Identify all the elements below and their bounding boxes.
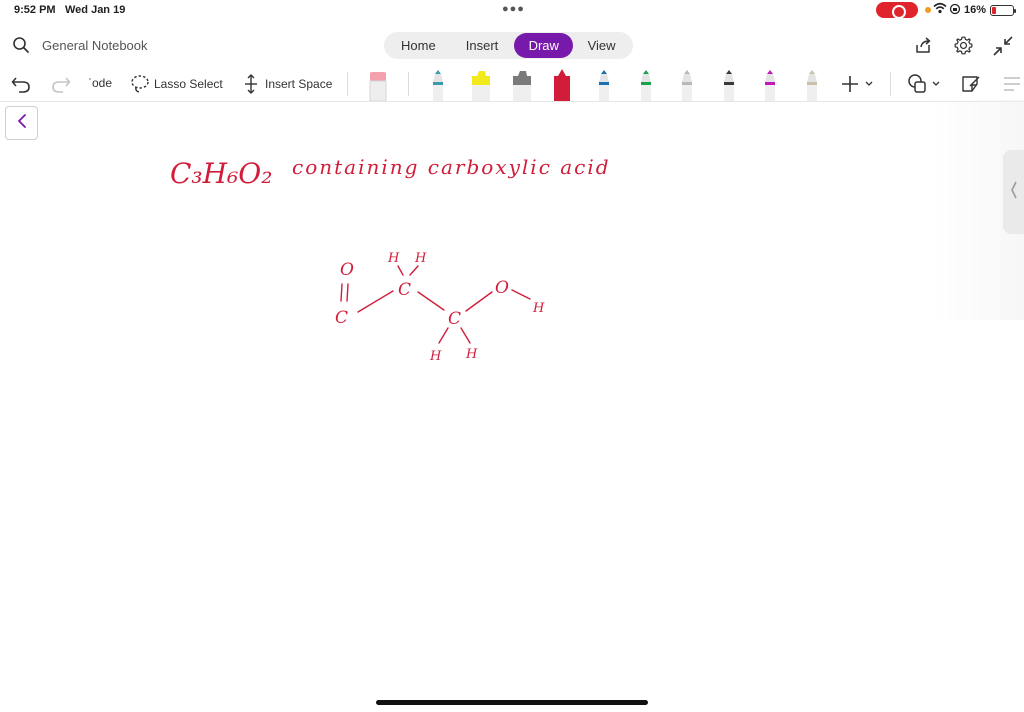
ink-to-text-icon[interactable] (1002, 73, 1022, 95)
toolbar-divider (408, 72, 409, 96)
toolbar-divider (347, 72, 348, 96)
home-indicator[interactable] (376, 700, 648, 705)
gear-icon[interactable] (953, 35, 974, 56)
eraser-tool[interactable] (367, 68, 389, 102)
pen-blue[interactable] (593, 68, 615, 102)
add-pen-button[interactable] (838, 72, 878, 96)
ink-to-shape-icon[interactable] (960, 73, 982, 95)
rotation-lock-icon (949, 3, 961, 18)
search-icon[interactable] (12, 36, 30, 54)
lasso-select-label: Lasso Select (154, 77, 223, 91)
notebook-name[interactable]: General Notebook (42, 38, 148, 53)
collapse-icon[interactable] (992, 35, 1014, 57)
microphone-indicator-icon (925, 7, 931, 13)
note-canvas[interactable] (0, 102, 1024, 712)
insert-space-label: Insert Space (265, 77, 333, 91)
draw-toolbar: ˈode Lasso Select Insert Space (0, 66, 1024, 102)
status-date: Wed Jan 19 (65, 4, 126, 16)
battery-icon (990, 5, 1016, 16)
eraser-tip (370, 72, 386, 81)
battery-percent: 16% (964, 4, 987, 16)
insert-space-button[interactable]: Insert Space (243, 71, 332, 97)
status-bar: 9:52 PM Wed Jan 19 ●●● 16% (0, 0, 1024, 22)
tab-insert[interactable]: Insert (450, 33, 515, 58)
pen-lightgray[interactable] (676, 68, 698, 102)
side-panel-handle[interactable] (1003, 150, 1024, 234)
lasso-select-button[interactable]: Lasso Select (130, 71, 223, 97)
status-time: 9:52 PM (14, 4, 56, 16)
pen-black[interactable] (718, 68, 740, 102)
pen-teal[interactable] (427, 68, 449, 102)
highlighter-gray[interactable] (509, 68, 531, 102)
wifi-icon (933, 2, 947, 17)
tab-view[interactable]: View (573, 33, 630, 58)
tab-home[interactable]: Home (387, 33, 450, 58)
ribbon-tabs: Home Insert Draw View (384, 32, 633, 59)
multitasking-dots-icon[interactable]: ●●● (502, 3, 525, 15)
pen-green[interactable] (635, 68, 657, 102)
insert-space-icon (243, 74, 259, 94)
pen-tan[interactable] (801, 68, 823, 102)
mode-button[interactable]: ˈode (88, 76, 112, 90)
toolbar-divider (890, 72, 891, 96)
pen-magenta[interactable] (759, 68, 781, 102)
share-icon[interactable] (914, 36, 934, 56)
chevron-left-icon (1010, 180, 1018, 205)
undo-icon[interactable] (10, 73, 32, 95)
screen-recording-icon[interactable] (876, 2, 918, 19)
back-button[interactable] (5, 106, 38, 140)
highlighter-yellow[interactable] (468, 68, 490, 102)
pen-red[interactable] (551, 68, 573, 102)
redo-icon[interactable] (50, 73, 72, 95)
shapes-icon[interactable] (906, 72, 946, 96)
lasso-icon (130, 74, 150, 94)
chevron-left-icon (16, 113, 28, 134)
top-bar: General Notebook Home Insert Draw View (0, 28, 1024, 62)
tab-draw[interactable]: Draw (514, 33, 574, 58)
